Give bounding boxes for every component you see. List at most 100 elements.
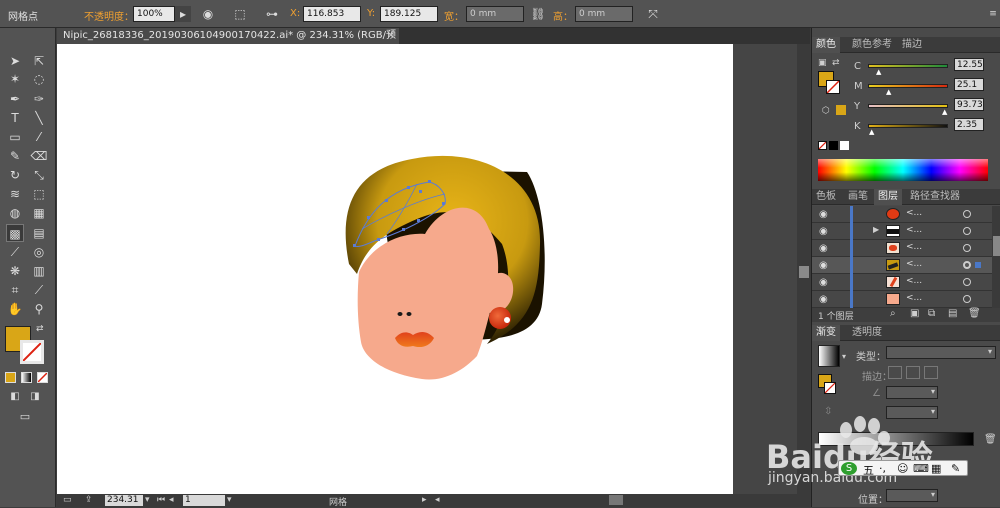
graph-tool-icon[interactable]: ▥ [30,262,48,280]
stroke-option-2[interactable] [906,366,920,379]
close-icon[interactable]: × [387,28,395,44]
artboard-tool-icon[interactable]: ⌗ [6,281,24,299]
swap-colors-icon[interactable]: ⇄ [36,324,44,334]
slice-tool-icon[interactable]: ⟋ [30,281,48,299]
position-input[interactable]: ▾ [886,489,938,502]
draw-behind-icon[interactable]: ◨ [26,388,44,406]
page-dropdown-icon[interactable]: ▾ [227,495,232,505]
target-icon[interactable] [963,261,971,269]
angle-input[interactable]: ▾ [886,386,938,399]
warp-tool-icon[interactable]: ≋ [6,185,24,203]
ime-emoji-icon[interactable]: ☺ [897,462,908,475]
stroke-option-1[interactable] [888,366,902,379]
visibility-eye-icon[interactable]: ◉ [819,277,828,288]
k-value[interactable]: 2.35 [954,118,984,131]
y-input[interactable]: 189.125 [380,6,438,22]
export-icon[interactable]: ⇪ [85,495,93,505]
hand-tool-icon[interactable]: ✋ [6,300,24,318]
eraser-tool-icon[interactable]: ⌫ [30,147,48,165]
tab-stroke[interactable]: 描边 [898,37,926,53]
y-slider[interactable] [868,104,948,108]
selection-tool-icon[interactable]: ➤ [6,52,24,70]
pen-tool-icon[interactable]: ✒ [6,90,24,108]
eyedropper-tool-icon[interactable]: ⟋ [6,243,24,261]
gradient-tool-icon[interactable]: ▤ [30,224,48,242]
visibility-eye-icon[interactable]: ◉ [819,243,828,254]
gamut-color[interactable] [836,105,846,115]
swap-icon[interactable]: ⇄ [832,58,840,68]
curvature-tool-icon[interactable]: ✑ [30,90,48,108]
opacity-label[interactable]: 不透明度： [84,8,134,23]
k-slider[interactable] [868,124,948,128]
paintbrush-tool-icon[interactable]: ⁄ [30,128,48,146]
draw-mode-icon[interactable]: ◧ [6,388,24,406]
artboard[interactable] [57,44,733,494]
ime-keyboard-icon[interactable]: ⌨ [913,462,929,475]
mesh-tool-icon[interactable]: ▩ [6,224,24,242]
layer-row-selected[interactable]: ◉ <... [812,257,992,274]
first-page-icon[interactable]: ⏮ [157,495,165,505]
gradient-stroke-swatch[interactable] [824,382,836,394]
prev-page-icon[interactable]: ◂ [169,495,174,505]
target-icon[interactable] [963,278,971,286]
gradient-slider[interactable] [818,432,974,446]
x-input[interactable]: 116.853 [303,6,361,22]
m-value[interactable]: 25.1 [954,78,984,91]
m-slider[interactable] [868,84,948,88]
none-mode-icon[interactable] [37,372,48,383]
document-tab[interactable]: Nipic_26818336_20190306104900170422.ai* … [57,28,399,57]
type-tool-icon[interactable]: T [6,109,24,127]
perspective-grid-tool-icon[interactable]: ▦ [30,204,48,222]
status-menu-icon[interactable]: ▸ [422,495,427,505]
new-sublayer-icon[interactable]: ⧉ [928,308,935,319]
aspect-input[interactable]: ▾ [886,406,938,419]
page-input[interactable]: 1 [183,495,225,506]
ime-settings-icon[interactable]: ✎ [951,462,960,475]
layers-scrollbar[interactable] [992,206,1000,308]
color-stroke-swatch[interactable] [826,80,840,94]
width-input[interactable]: 0 mm [466,6,524,22]
y-slider-knob[interactable]: ▲ [942,108,947,116]
c-value[interactable]: 12.55 [954,58,984,71]
transform-icon[interactable]: ⊶ [264,6,280,22]
layer-row[interactable]: ◉ <... [812,291,992,308]
ime-logo-icon[interactable]: S [841,462,857,475]
height-input[interactable]: 0 mm [575,6,633,22]
black-swatch[interactable] [829,141,838,150]
target-icon[interactable] [963,295,971,303]
zoom-tool-icon[interactable]: ⚲ [30,300,48,318]
zoom-input[interactable]: 234.31 [105,495,143,506]
symbol-sprayer-tool-icon[interactable]: ❋ [6,262,24,280]
ime-skin-icon[interactable]: ▦ [931,462,941,475]
new-layer-icon[interactable]: ▤ [948,308,957,319]
gradient-mode-icon[interactable] [21,372,32,383]
visibility-eye-icon[interactable]: ◉ [819,209,828,220]
zoom-dropdown-icon[interactable]: ▾ [145,495,150,505]
opacity-dropdown-icon[interactable]: ▸ [175,6,191,22]
visibility-eye-icon[interactable]: ◉ [819,294,828,305]
selected-art-indicator[interactable] [975,262,981,268]
tab-color[interactable]: 颜色 [812,37,840,53]
vertical-scroll-thumb[interactable] [799,266,809,278]
shape-builder-tool-icon[interactable]: ◍ [6,204,24,222]
layer-row[interactable]: ◉ <... [812,240,992,257]
rotate-tool-icon[interactable]: ↻ [6,166,24,184]
ime-toolbar[interactable]: S 五 ·, ☺ ⌨ ▦ ✎ [838,460,968,477]
none-swatch[interactable] [818,141,827,150]
delete-layer-icon[interactable]: 🗑 [968,308,981,319]
y-value[interactable]: 93.73 [954,98,984,111]
recolor-icon[interactable]: ◉ [200,6,216,22]
layer-row[interactable]: ◉ ▶ <... [812,223,992,240]
stroke-swatch[interactable] [20,340,44,364]
locate-object-icon[interactable]: ⌕ [890,308,896,319]
layer-row[interactable]: ◉ <... [812,206,992,223]
scroll-left-icon[interactable]: ◂ [435,495,440,505]
target-icon[interactable] [963,210,971,218]
tab-transparency[interactable]: 透明度 [848,325,886,341]
direct-selection-tool-icon[interactable]: ⇱ [30,52,48,70]
white-swatch[interactable] [840,141,849,150]
expand-icon[interactable]: ▶ [873,225,879,234]
color-mode-icon[interactable] [5,372,16,383]
screen-mode-icon[interactable]: ▭ [16,408,34,426]
link-icon[interactable]: ⛓ [530,6,546,22]
